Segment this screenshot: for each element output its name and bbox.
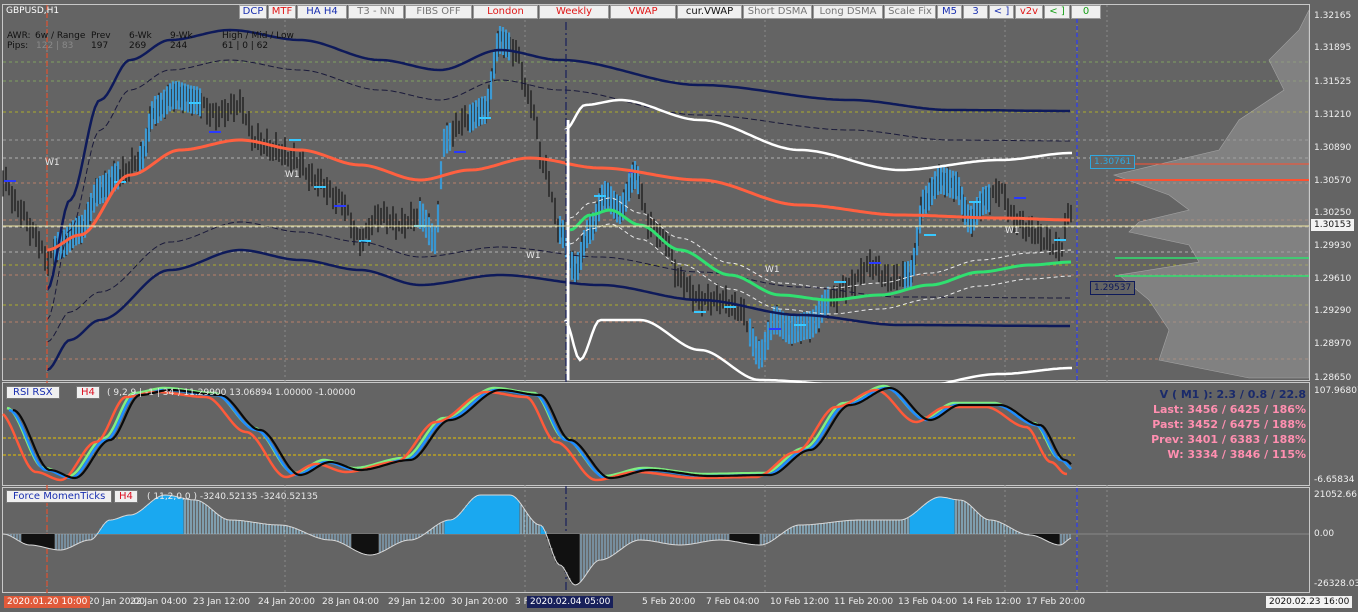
cursor-time-right: 2020.02.23 16:00 bbox=[1266, 596, 1353, 608]
toolbar-button[interactable]: HA H4 bbox=[297, 5, 347, 19]
price-axis-label: 1.29290 bbox=[1314, 306, 1352, 316]
cursor-time-left: 2020.01.20 10:00 bbox=[4, 596, 91, 608]
cur-vwap-green-line bbox=[569, 208, 1072, 302]
price-axis-label: 1.28970 bbox=[1314, 339, 1352, 349]
price-axis-label: 1.29610 bbox=[1314, 274, 1352, 284]
price-axis-label: 1.32165 bbox=[1314, 11, 1352, 21]
time-axis-label: 30 Jan 20:00 bbox=[451, 597, 508, 607]
lower-band-price-tag: 1.29537 bbox=[1090, 281, 1136, 295]
time-axis-label: 5 Feb 20:00 bbox=[642, 597, 696, 607]
price-axis-label: 1.28650 bbox=[1314, 373, 1352, 383]
time-axis-label: 17 Feb 20:00 bbox=[1026, 597, 1086, 607]
awr-label: AWR: bbox=[7, 31, 31, 41]
week-stat: W: 3334 / 3846 / 115% bbox=[1167, 448, 1306, 461]
time-axis-label: 11 Feb 20:00 bbox=[834, 597, 894, 607]
pips-prev: 197 bbox=[91, 41, 109, 51]
toolbar-button[interactable]: Weekly bbox=[539, 5, 609, 19]
time-axis-label: 28 Jan 04:00 bbox=[322, 597, 379, 607]
upper-band-price-tag: 1.30761 bbox=[1090, 155, 1136, 169]
pips-hml: 61 | 0 | 62 bbox=[222, 41, 269, 51]
lower-band-navy bbox=[46, 248, 1070, 372]
force-axis-top: 21052.661 bbox=[1314, 490, 1358, 500]
toolbar-button[interactable]: DCP bbox=[239, 5, 267, 19]
vm1-stat: V ( M1 ): 2.3 / 0.8 / 22.8 bbox=[1159, 388, 1306, 401]
prev-stat: Prev: 3401 / 6383 / 188% bbox=[1151, 433, 1306, 446]
awr-prev-header: Prev bbox=[91, 31, 111, 41]
toolbar-button[interactable]: MTF bbox=[268, 5, 296, 19]
toolbar-button[interactable]: Long DSMA bbox=[813, 5, 883, 19]
rsi-params: ( 9,2,9 | -1 | 34 ) 11.29900 13.06894 1.… bbox=[107, 388, 356, 398]
toolbar-button[interactable]: Scale Fix bbox=[884, 5, 936, 19]
toolbar-button[interactable]: VWAP bbox=[610, 5, 676, 19]
price-axis-label: 1.31210 bbox=[1314, 110, 1352, 120]
toolbar-button[interactable]: M5 bbox=[937, 5, 962, 19]
price-axis-label: 1.29930 bbox=[1314, 241, 1352, 251]
price-axis-label: 1.30250 bbox=[1314, 208, 1352, 218]
toolbar-button[interactable]: cur.VWAP bbox=[677, 5, 742, 19]
force-timeframe-badge[interactable]: H4 bbox=[114, 490, 138, 503]
force-axis-zero: 0.00 bbox=[1314, 529, 1335, 539]
time-axis-label: 23 Jan 12:00 bbox=[193, 597, 250, 607]
time-axis-label: 10 Feb 12:00 bbox=[770, 597, 830, 607]
rsi-timeframe-badge[interactable]: H4 bbox=[76, 386, 100, 399]
w1-marker: W1 bbox=[285, 170, 300, 180]
rsi-axis-top: 107.96807 bbox=[1314, 386, 1358, 396]
price-axis-label: 1.30570 bbox=[1314, 176, 1352, 186]
w1-marker: W1 bbox=[526, 251, 541, 261]
pips-range: 122 | 83 bbox=[36, 41, 74, 51]
rsi-axis-bottom: -6.65834 bbox=[1314, 475, 1355, 485]
force-params: ( 11,2,0,0 ) -3240.52135 -3240.52135 bbox=[147, 492, 318, 502]
time-axis-label: 13 Feb 04:00 bbox=[898, 597, 958, 607]
pips-9wk: 244 bbox=[170, 41, 188, 51]
toolbar-button[interactable]: Short DSMA bbox=[743, 5, 812, 19]
price-axis-label: 1.31525 bbox=[1314, 77, 1352, 87]
last-stat: Last: 3456 / 6425 / 186% bbox=[1152, 403, 1306, 416]
force-indicator-title[interactable]: Force MomenTicks bbox=[6, 490, 113, 503]
toolbar-button[interactable]: T3 - NN bbox=[348, 5, 404, 19]
force-axis-bottom: -26328.03 bbox=[1314, 579, 1358, 589]
time-axis-label: 7 Feb 04:00 bbox=[706, 597, 760, 607]
chart-window[interactable]: GBPUSD,H1 DCP MTF HA H4 T3 - NN FIBS OFF Lond… bbox=[0, 0, 1358, 612]
toolbar-button[interactable]: 0 bbox=[1071, 5, 1101, 19]
pips-6wk: 269 bbox=[129, 41, 147, 51]
toolbar-button[interactable]: v2v bbox=[1015, 5, 1043, 19]
rsi-indicator-title[interactable]: RSI RSX bbox=[6, 386, 60, 399]
time-axis-label: 22 Jan 04:00 bbox=[130, 597, 187, 607]
toolbar-button[interactable]: London bbox=[473, 5, 538, 19]
w1-marker: W1 bbox=[765, 265, 780, 275]
time-axis-label: 29 Jan 12:00 bbox=[388, 597, 445, 607]
symbol-label: GBPUSD,H1 bbox=[6, 6, 60, 16]
w1-marker: W1 bbox=[1005, 226, 1020, 236]
pips-label: Pips: bbox=[7, 41, 29, 51]
price-axis-label: 1.30890 bbox=[1314, 143, 1352, 153]
toolbar-button[interactable]: FIBS OFF bbox=[405, 5, 472, 19]
toolbar-button[interactable]: < ] bbox=[989, 5, 1014, 19]
current-price-tag: 1.30153 bbox=[1311, 219, 1355, 231]
toolbar-button[interactable]: 3 bbox=[963, 5, 988, 19]
past-stat: Past: 3452 / 6475 / 188% bbox=[1152, 418, 1306, 431]
volume-profile bbox=[1112, 9, 1310, 379]
time-axis-label: 24 Jan 20:00 bbox=[258, 597, 315, 607]
time-axis-label: 14 Feb 12:00 bbox=[962, 597, 1022, 607]
price-axis-label: 1.31895 bbox=[1314, 43, 1352, 53]
awr-hml-header: High / Mid / Low bbox=[222, 31, 294, 41]
awr-6wk-header: 6-Wk bbox=[129, 31, 152, 41]
toolbar-button[interactable]: < ] bbox=[1044, 5, 1070, 19]
price-chart-canvas[interactable] bbox=[0, 0, 1358, 612]
awr-range-header: 6w / Range bbox=[35, 31, 86, 41]
w1-marker: W1 bbox=[45, 158, 60, 168]
awr-9wk-header: 9-Wk bbox=[170, 31, 193, 41]
cursor-time-mid: 2020.02.04 05:00 bbox=[527, 596, 614, 608]
